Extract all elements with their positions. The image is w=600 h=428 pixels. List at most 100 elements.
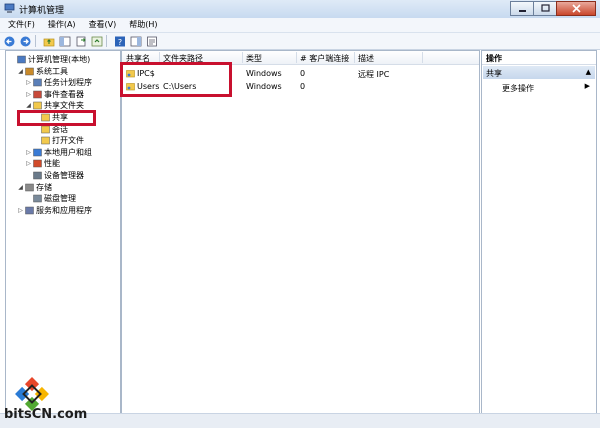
services-icon	[25, 206, 34, 215]
logo-text: bitsCN.com	[4, 407, 88, 422]
close-icon	[571, 4, 581, 13]
highlight-frame-shares	[120, 62, 232, 97]
tree-node[interactable]: ◢ 存储	[17, 182, 52, 193]
tree-node-label: 计算机管理(本地)	[28, 55, 91, 64]
expand-toggle-icon[interactable]: ▷	[25, 79, 32, 86]
tree-node-label: 任务计划程序	[44, 78, 92, 88]
tree-node[interactable]: ▷ 性能	[25, 158, 60, 169]
title-bar[interactable]: 计算机管理	[0, 0, 600, 18]
storage-icon	[25, 183, 34, 191]
up-folder-button[interactable]	[42, 35, 55, 48]
refresh-icon	[91, 36, 102, 46]
properties-icon	[146, 36, 157, 46]
column-divider[interactable]	[296, 52, 297, 63]
client-count: 0	[300, 82, 306, 91]
forward-arrow-icon	[20, 36, 31, 46]
tree-node[interactable]: ▷ 服务和应用程序	[17, 205, 92, 216]
users-icon	[33, 148, 42, 157]
maximize-icon	[540, 4, 550, 12]
column-description[interactable]: 描述	[358, 53, 374, 64]
tree-node[interactable]: 打开文件	[33, 135, 84, 146]
expand-toggle-icon[interactable]: ▷	[25, 160, 32, 167]
share-description: 远程 IPC	[358, 70, 390, 79]
column-client-connections[interactable]: # 客户端连接	[300, 53, 349, 64]
client-count: 0	[300, 69, 306, 78]
tree-node[interactable]: 磁盘管理	[25, 193, 76, 204]
computer-management-icon	[4, 3, 15, 13]
tree-node-label: 性能	[44, 159, 60, 169]
tree-node[interactable]: 设备管理器	[25, 170, 84, 181]
expand-toggle-icon[interactable]: ▷	[25, 149, 32, 156]
column-divider[interactable]	[354, 52, 355, 63]
forward-button[interactable]	[19, 35, 32, 48]
disk-icon	[33, 194, 42, 203]
menu-action[interactable]: 操作(A)	[40, 18, 81, 32]
column-divider[interactable]	[422, 52, 423, 63]
expand-toggle-icon[interactable]: ▷	[25, 91, 32, 98]
maximize-button[interactable]	[533, 1, 557, 16]
tools-icon	[25, 67, 34, 75]
tree-node[interactable]: ◢ 系统工具	[17, 66, 68, 77]
svg-text:?: ?	[117, 38, 121, 47]
tree-node[interactable]: ▷ 事件查看器	[25, 89, 84, 100]
event-viewer-icon	[33, 90, 42, 99]
console-tree-icon	[59, 36, 70, 46]
performance-icon	[33, 160, 42, 168]
tree-node-label: 存储	[36, 182, 52, 192]
tree-node[interactable]: 计算机管理(本地)	[9, 54, 90, 65]
properties-button[interactable]	[145, 35, 158, 48]
toolbar: ?	[0, 33, 600, 50]
tree-node[interactable]: ▷ 任务计划程序	[25, 77, 92, 88]
tree-node-label: 设备管理器	[44, 171, 84, 180]
computer-management-window: 计算机管理 文件(F) 操作(A) 查看(V) 帮助(H) ? 计算机管理(本地…	[0, 0, 600, 428]
column-type[interactable]: 类型	[246, 53, 262, 64]
action-pane-icon	[130, 36, 141, 46]
tree-node-label: 打开文件	[52, 136, 84, 146]
menu-view[interactable]: 查看(V)	[81, 18, 122, 32]
help-icon: ?	[114, 36, 125, 47]
expand-toggle-icon[interactable]: ◢	[17, 184, 24, 191]
refresh-button[interactable]	[90, 35, 103, 48]
export-list-button[interactable]	[74, 35, 87, 48]
tree-node-label: 磁盘管理	[44, 194, 76, 204]
tree-node-label: 服务和应用程序	[36, 205, 92, 215]
tree-node-label: 系统工具	[36, 66, 68, 76]
collapse-up-icon[interactable]: ▲	[586, 68, 591, 76]
action-pane-toggle-button[interactable]	[129, 35, 142, 48]
tree-node[interactable]: ▷ 本地用户和组	[25, 147, 92, 158]
console-tree-pane: 计算机管理(本地) ◢ 系统工具 ▷ 任务计划程序 ▷ 事件查看器 ◢ 共享文件夹 共享 会话 打开文…	[5, 50, 121, 414]
window-title: 计算机管理	[19, 6, 65, 16]
expand-toggle-icon[interactable]: ▷	[17, 207, 24, 214]
window-controls	[510, 1, 596, 16]
more-actions-item[interactable]: 更多操作	[502, 83, 534, 94]
actions-header: 操作	[482, 51, 596, 65]
actions-section-label: 共享	[486, 69, 502, 78]
menu-bar: 文件(F) 操作(A) 查看(V) 帮助(H)	[0, 18, 600, 33]
tree-node-label: 事件查看器	[44, 89, 84, 99]
submenu-arrow-icon[interactable]: ▶	[585, 82, 590, 90]
menu-help[interactable]: 帮助(H)	[121, 18, 162, 32]
menu-file[interactable]: 文件(F)	[0, 18, 40, 32]
shares-list-pane: 共享名 文件夹路径 类型 # 客户端连接 描述 IPC$ Windows 0 远…	[121, 50, 480, 414]
column-divider[interactable]	[242, 52, 243, 63]
toolbar-separator	[106, 35, 107, 47]
back-arrow-icon	[4, 36, 15, 46]
open-files-icon	[41, 136, 50, 145]
actions-title: 操作	[486, 54, 502, 63]
highlight-frame-share-node	[17, 110, 96, 126]
actions-pane: 操作 共享 ▲ 更多操作 ▶	[481, 50, 597, 414]
folder-up-icon	[43, 38, 54, 46]
minimize-button[interactable]	[510, 1, 534, 16]
device-manager-icon	[33, 171, 42, 180]
expand-toggle-icon[interactable]: ◢	[25, 102, 32, 109]
expand-toggle-icon[interactable]: ◢	[17, 68, 24, 75]
close-button[interactable]	[556, 1, 596, 16]
tree-node-label: 本地用户和组	[44, 147, 92, 157]
show-hide-tree-button[interactable]	[58, 35, 71, 48]
minimize-icon	[518, 10, 526, 12]
actions-section-shares[interactable]: 共享 ▲	[483, 66, 595, 79]
back-button[interactable]	[3, 35, 16, 48]
share-type: Windows	[246, 69, 282, 78]
help-button[interactable]: ?	[113, 35, 126, 48]
export-icon	[76, 36, 86, 46]
